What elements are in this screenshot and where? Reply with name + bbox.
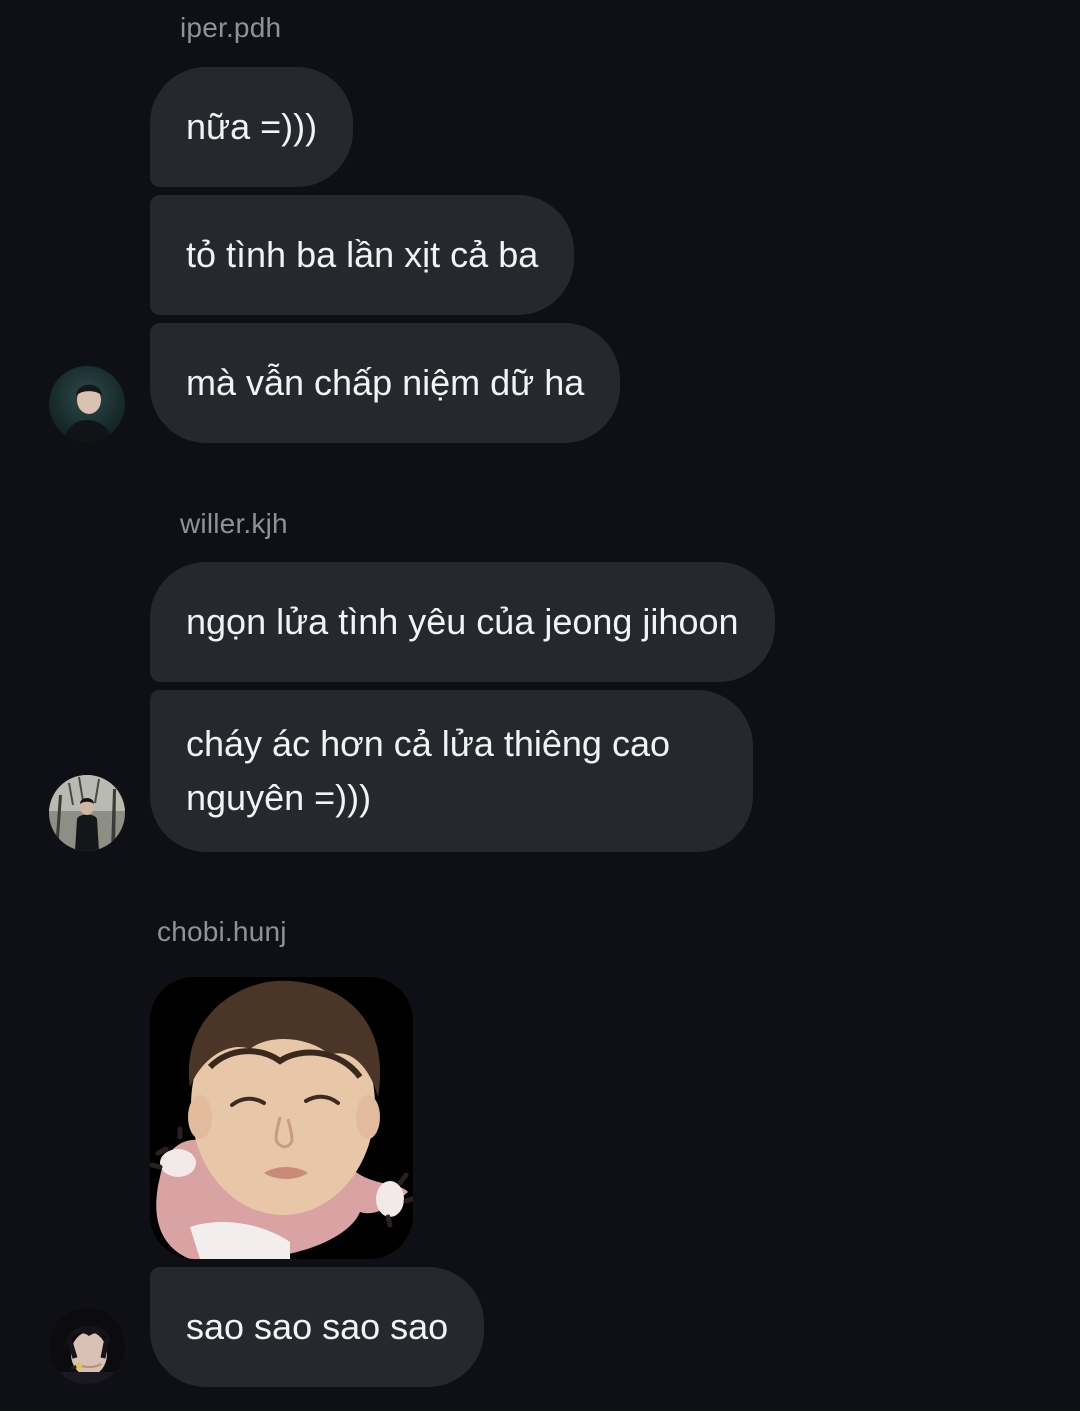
- message-bubble[interactable]: sao sao sao sao: [150, 1267, 485, 1387]
- message-bubble[interactable]: tỏ tình ba lần xịt cả ba: [150, 195, 575, 315]
- avatar[interactable]: [49, 1308, 125, 1384]
- sender-username[interactable]: willer.kjh: [180, 508, 288, 540]
- message-text: ngọn lửa tình yêu của jeong jihoon: [186, 601, 739, 642]
- message-bubble[interactable]: nữa =))): [150, 67, 354, 187]
- message-text: tỏ tình ba lần xịt cả ba: [186, 234, 539, 275]
- sticker-image[interactable]: [150, 977, 413, 1259]
- sender-username[interactable]: chobi.hunj: [157, 916, 287, 948]
- sender-username[interactable]: iper.pdh: [180, 12, 281, 44]
- avatar[interactable]: [49, 366, 125, 442]
- message-bubble[interactable]: mà vẫn chấp niệm dữ ha: [150, 323, 621, 443]
- message-bubble[interactable]: cháy ác hơn cả lửa thiêng cao nguyên =))…: [150, 690, 753, 852]
- message-text: mà vẫn chấp niệm dữ ha: [186, 362, 585, 403]
- chat-thread: iper.pdh nữa =))) tỏ tình ba lần xịt cả …: [0, 0, 1080, 1411]
- avatar[interactable]: [49, 775, 125, 851]
- message-bubble[interactable]: ngọn lửa tình yêu của jeong jihoon: [150, 562, 775, 682]
- message-text: sao sao sao sao: [186, 1306, 449, 1347]
- message-text: nữa =))): [186, 106, 318, 147]
- message-text: cháy ác hơn cả lửa thiêng cao nguyên =))…: [186, 723, 670, 818]
